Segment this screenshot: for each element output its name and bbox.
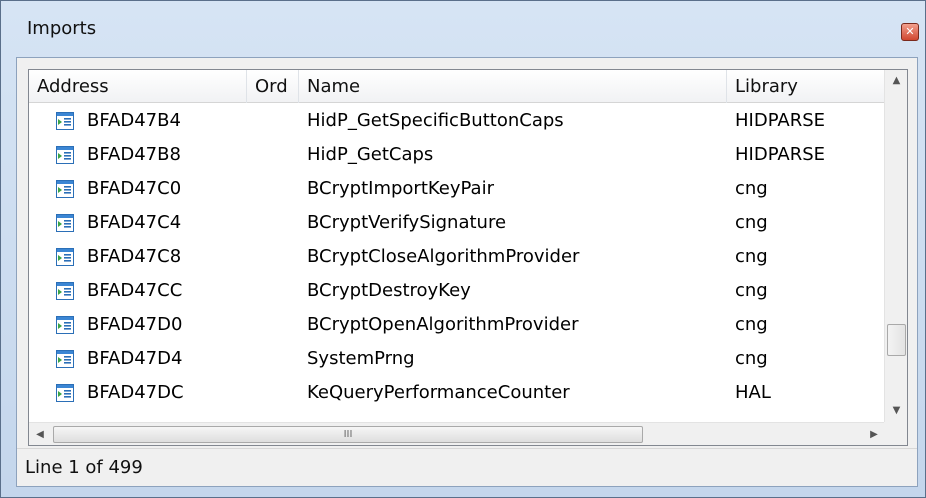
address-cell: BFAD47D0: [87, 314, 183, 335]
scrollbar-corner: [884, 422, 907, 445]
scroll-left-icon: ◀: [36, 429, 44, 440]
name-cell: BCryptCloseAlgorithmProvider: [307, 246, 580, 267]
vertical-scroll-thumb[interactable]: [887, 324, 906, 356]
library-cell: HIDPARSE: [735, 144, 826, 165]
import-function-icon: [56, 112, 74, 130]
status-bar: Line 1 of 499: [17, 448, 917, 486]
name-cell: BCryptVerifySignature: [307, 212, 507, 233]
address-cell: BFAD47CC: [87, 280, 183, 301]
column-header-address[interactable]: Address: [29, 70, 247, 103]
status-text: Line 1 of 499: [25, 457, 143, 478]
name-cell: SystemPrng: [307, 348, 415, 369]
column-header-name[interactable]: Name: [299, 70, 727, 103]
address-cell: BFAD47B8: [87, 144, 181, 165]
scroll-grip-icon: III: [343, 429, 353, 440]
column-header-ord[interactable]: Ord: [247, 70, 299, 103]
scroll-down-icon: ▼: [892, 405, 901, 416]
name-cell: HidP_GetSpecificButtonCaps: [307, 110, 564, 131]
column-header-library[interactable]: Library: [727, 70, 885, 103]
table-row[interactable]: BFAD47C8 BCryptCloseAlgorithmProvider cng: [29, 240, 885, 274]
close-button[interactable]: ✕: [901, 23, 919, 41]
library-cell: cng: [735, 178, 768, 199]
import-function-icon: [56, 350, 74, 368]
name-cell: BCryptOpenAlgorithmProvider: [307, 314, 579, 335]
address-cell: BFAD47C4: [87, 212, 182, 233]
import-function-icon: [56, 248, 74, 266]
table-row[interactable]: BFAD47CC BCryptDestroyKey cng: [29, 274, 885, 308]
import-function-icon: [56, 146, 74, 164]
library-cell: cng: [735, 246, 768, 267]
import-function-icon: [56, 282, 74, 300]
window-title: Imports: [27, 18, 97, 39]
list-header: Address Ord Name Library: [29, 70, 885, 103]
list-content: Address Ord Name Library BFAD47B4 HidP_Ge…: [29, 70, 885, 422]
library-cell: cng: [735, 280, 768, 301]
name-cell: BCryptImportKeyPair: [307, 178, 494, 199]
library-cell: HIDPARSE: [735, 110, 826, 131]
table-row[interactable]: BFAD47DC KeQueryPerformanceCounter HAL: [29, 376, 885, 410]
name-cell: HidP_GetCaps: [307, 144, 434, 165]
address-cell: BFAD47C8: [87, 246, 182, 267]
horizontal-scroll-thumb[interactable]: III: [53, 426, 643, 443]
table-row[interactable]: BFAD47B8 HidP_GetCaps HIDPARSE: [29, 138, 885, 172]
scroll-right-icon: ▶: [870, 429, 878, 440]
import-function-icon: [56, 316, 74, 334]
library-cell: HAL: [735, 382, 771, 403]
address-cell: BFAD47B4: [87, 110, 181, 131]
scroll-up-button[interactable]: ▲: [885, 70, 907, 92]
address-cell: BFAD47C0: [87, 178, 182, 199]
title-bar[interactable]: Imports ✕: [1, 1, 925, 57]
client-area: Address Ord Name Library BFAD47B4 HidP_Ge…: [16, 57, 918, 487]
close-icon: ✕: [905, 25, 915, 38]
address-cell: BFAD47D4: [87, 348, 183, 369]
imports-list[interactable]: Address Ord Name Library BFAD47B4 HidP_Ge…: [28, 69, 908, 446]
import-function-icon: [56, 180, 74, 198]
vertical-scrollbar[interactable]: ▲ ▼: [884, 70, 907, 422]
scroll-up-icon: ▲: [892, 75, 901, 86]
scroll-left-button[interactable]: ◀: [29, 423, 51, 445]
table-row[interactable]: BFAD47B4 HidP_GetSpecificButtonCaps HIDPAR…: [29, 104, 885, 138]
table-row[interactable]: BFAD47D4 SystemPrng cng: [29, 342, 885, 376]
horizontal-scrollbar[interactable]: ◀ III ▶: [29, 422, 885, 445]
table-row[interactable]: BFAD47D0 BCryptOpenAlgorithmProvider cng: [29, 308, 885, 342]
table-row[interactable]: BFAD47C0 BCryptImportKeyPair cng: [29, 172, 885, 206]
scroll-right-button[interactable]: ▶: [863, 423, 885, 445]
table-row[interactable]: BFAD47C4 BCryptVerifySignature cng: [29, 206, 885, 240]
name-cell: KeQueryPerformanceCounter: [307, 382, 570, 403]
name-cell: BCryptDestroyKey: [307, 280, 471, 301]
scroll-down-button[interactable]: ▼: [885, 400, 907, 422]
import-function-icon: [56, 384, 74, 402]
import-function-icon: [56, 214, 74, 232]
library-cell: cng: [735, 314, 768, 335]
address-cell: BFAD47DC: [87, 382, 184, 403]
library-cell: cng: [735, 348, 768, 369]
library-cell: cng: [735, 212, 768, 233]
imports-window: Imports ✕ Address Ord Name Library BFAD4…: [0, 0, 926, 498]
